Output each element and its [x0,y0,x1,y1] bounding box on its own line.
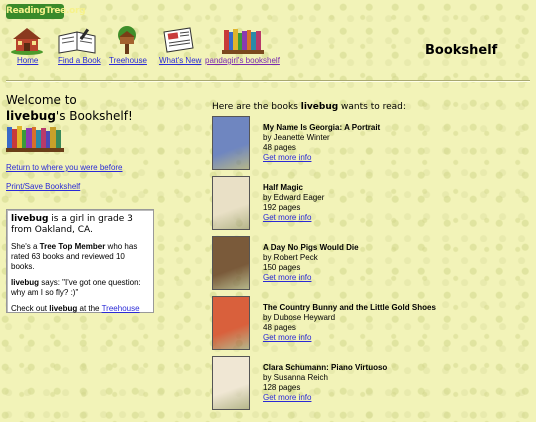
book-item: My Name Is Georgia: A Portrait by Jeanett… [212,116,512,174]
print-save-link[interactable]: Print/Save Bookshelf [6,182,80,191]
welcome-username: livebug [6,109,56,123]
books-heading-username: livebug [300,102,339,112]
member-prefix: She's a [11,242,40,251]
book-author: by Jeanette Winter [263,133,330,142]
books-heading: Here are the books livebug wants to read… [212,102,406,112]
book-author: by Edward Eager [263,193,325,202]
book-item: The Country Bunny and the Little Gold Sh… [212,296,512,354]
book-cover[interactable] [212,296,250,350]
nav-pandagirls-bookshelf-link[interactable]: pandagirl's bookshelf [205,56,280,65]
book-pages: 48 pages [263,323,296,332]
nav-find-a-book-link[interactable]: Find a Book [58,56,101,65]
profile-box: livebug is a girl in grade 3 from Oaklan… [6,209,154,313]
newspaper-icon[interactable] [160,26,196,55]
book-item: A Day No Pigs Would Die by Robert Peck 150… [212,236,512,294]
welcome-suffix: 's Bookshelf! [55,109,133,123]
book-author: by Robert Peck [263,253,318,262]
profile-checkout: Check out livebug at the Treehouse [11,304,149,314]
welcome-line2: livebug's Bookshelf! [6,108,133,124]
book-cover[interactable] [212,236,250,290]
book-cover[interactable] [212,356,250,410]
treehouse-icon[interactable] [112,26,142,55]
book-cover[interactable] [212,116,250,170]
books-heading-prefix: Here are the books [212,102,301,112]
open-book-icon[interactable] [57,26,97,55]
nav-whats-new-link[interactable]: What's New [159,56,201,65]
says-username: livebug [11,278,40,287]
book-title: Clara Schumann: Piano Virtuoso [263,363,388,372]
book-cover[interactable] [212,176,250,230]
book-pages: 192 pages [263,203,301,212]
welcome-line1: Welcome to [6,93,77,107]
profile-username: livebug [11,214,49,224]
profile-membership: She's a Tree Top Member who has rated 63… [11,242,149,272]
book-pages: 128 pages [263,383,301,392]
get-more-info-link[interactable]: Get more info [263,393,311,402]
nav-treehouse-link[interactable]: Treehouse [109,56,147,65]
profile-intro: livebug is a girl in grade 3 from Oaklan… [11,214,149,236]
book-pages: 150 pages [263,263,301,272]
get-more-info-link[interactable]: Get more info [263,273,311,282]
book-title: Half Magic [263,183,304,192]
get-more-info-link[interactable]: Get more info [263,153,311,162]
bookshelf-image [6,126,64,152]
checkout-prefix: Check out [11,304,50,313]
books-heading-suffix: wants to read: [338,102,406,112]
profile-says: livebug says: "I've got one question: wh… [11,278,149,298]
member-level: Tree Top Member [39,242,106,251]
get-more-info-link[interactable]: Get more info [263,213,311,222]
nav-home-link[interactable]: Home [17,56,38,65]
book-item: Half Magic by Edward Eager 192 pages Get mo… [212,176,512,234]
checkout-username: livebug [49,304,78,313]
book-author: by Susanna Reich [263,373,328,382]
book-pages: 48 pages [263,143,296,152]
book-title: My Name Is Georgia: A Portrait [263,123,381,132]
return-link[interactable]: Return to where you were before [6,163,123,172]
book-author: by Dubose Heyward [263,313,336,322]
book-title: The Country Bunny and the Little Gold Sh… [263,303,436,312]
get-more-info-link[interactable]: Get more info [263,333,311,342]
treehouse-link[interactable]: Treehouse [102,304,140,313]
header-divider [6,80,530,82]
page-title: Bookshelf [425,43,498,58]
bookshelf-icon[interactable] [222,26,264,55]
welcome-heading: Welcome to livebug's Bookshelf! [6,92,133,124]
checkout-mid: at the [77,304,102,313]
book-title: A Day No Pigs Would Die [263,243,359,252]
site-logo[interactable]: ReadingTree.org [6,4,86,19]
book-item: Clara Schumann: Piano Virtuoso by Susanna… [212,356,512,414]
house-icon[interactable] [10,26,44,55]
